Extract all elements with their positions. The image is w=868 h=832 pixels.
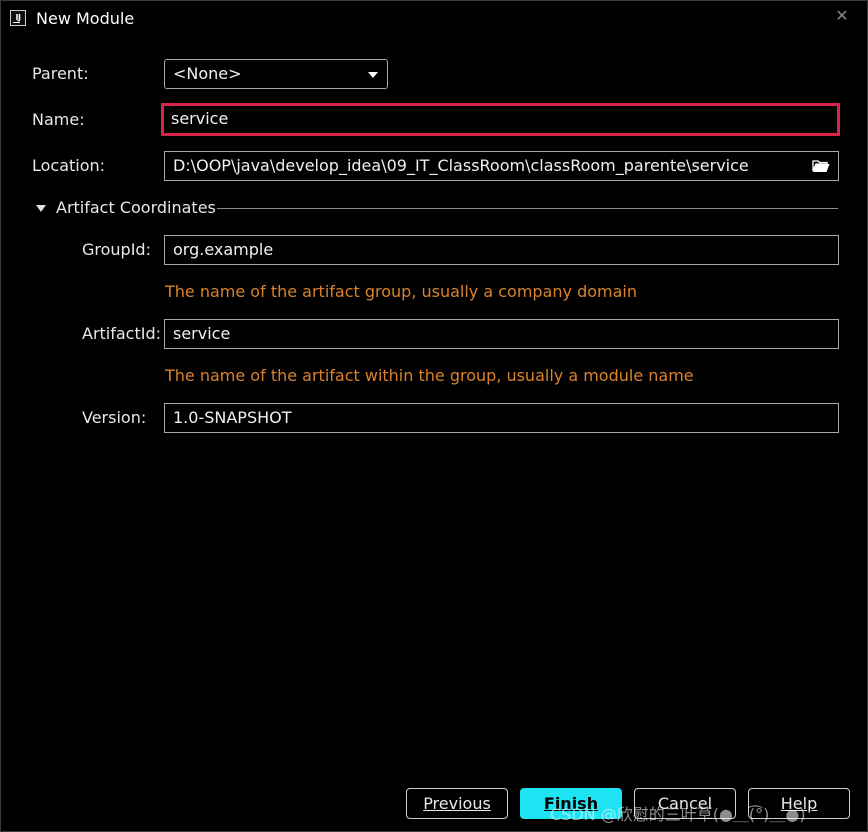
artifactid-label: ArtifactId:: [82, 324, 162, 343]
artifact-section-title[interactable]: Artifact Coordinates: [56, 198, 216, 217]
groupid-hint: The name of the artifact group, usually …: [165, 282, 637, 301]
app-icon-text: IJ: [15, 13, 21, 22]
name-input-value: service: [171, 109, 229, 128]
cancel-button[interactable]: Cancel: [634, 788, 736, 819]
chevron-down-icon: [368, 72, 378, 78]
location-input-value: D:\OOP\java\develop_idea\09_IT_ClassRoom…: [173, 156, 749, 175]
groupid-input[interactable]: org.example: [164, 235, 839, 265]
parent-select[interactable]: <None>: [164, 59, 388, 89]
close-icon[interactable]: ✕: [833, 7, 851, 25]
name-input[interactable]: service: [161, 103, 840, 136]
version-label: Version:: [82, 408, 147, 427]
triangle-down-icon[interactable]: [36, 205, 46, 212]
help-button[interactable]: Help: [748, 788, 850, 819]
previous-button-label: Previous: [423, 794, 491, 813]
artifactid-input-value: service: [173, 324, 231, 343]
parent-label: Parent:: [32, 64, 89, 83]
version-input-value: 1.0-SNAPSHOT: [173, 408, 292, 427]
cancel-button-label: Cancel: [657, 794, 713, 813]
help-button-label: Help: [780, 794, 818, 813]
finish-button-label: Finish: [543, 794, 599, 813]
artifactid-input[interactable]: service: [164, 319, 839, 349]
previous-button[interactable]: Previous: [406, 788, 508, 819]
location-label: Location:: [32, 156, 106, 175]
new-module-dialog: IJ New Module ✕ Parent: <None> Name: ser…: [0, 0, 868, 832]
parent-select-value: <None>: [173, 64, 242, 83]
name-label: Name:: [32, 110, 85, 129]
version-input[interactable]: 1.0-SNAPSHOT: [164, 403, 839, 433]
groupid-label: GroupId:: [82, 240, 151, 259]
groupid-input-value: org.example: [173, 240, 274, 259]
title-bar: IJ New Module ✕: [1, 1, 867, 35]
finish-button[interactable]: Finish: [520, 788, 622, 819]
folder-open-icon[interactable]: [812, 159, 830, 173]
location-input[interactable]: D:\OOP\java\develop_idea\09_IT_ClassRoom…: [164, 151, 839, 181]
artifactid-hint: The name of the artifact within the grou…: [165, 366, 694, 385]
intellij-app-icon: IJ: [10, 10, 26, 26]
dialog-title: New Module: [36, 9, 135, 28]
section-divider: [217, 208, 838, 209]
